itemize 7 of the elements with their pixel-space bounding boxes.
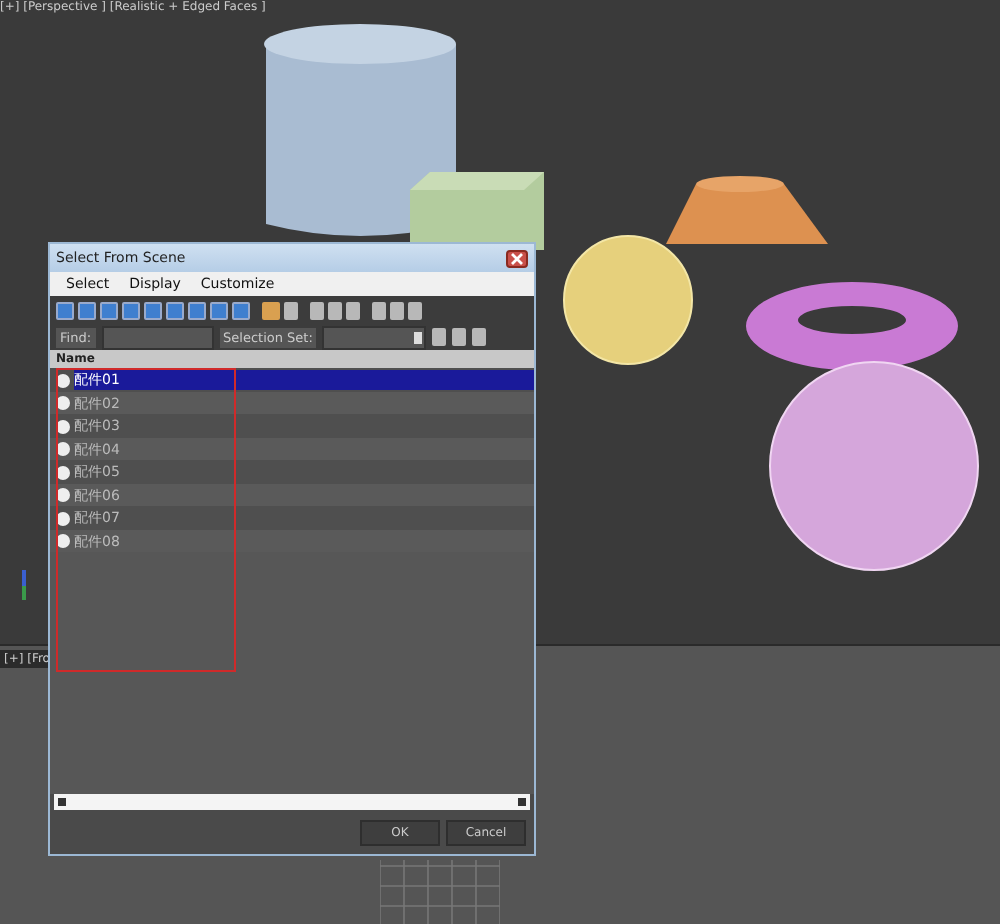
- horizontal-scrollbar[interactable]: [54, 794, 530, 810]
- grid-drawing: [380, 860, 500, 924]
- axis-gizmo-icon: [22, 570, 26, 600]
- close-button[interactable]: [506, 249, 528, 267]
- find-field[interactable]: [101, 325, 214, 349]
- sphere-drawing: [563, 235, 693, 365]
- selection-set-dropdown[interactable]: [322, 325, 427, 349]
